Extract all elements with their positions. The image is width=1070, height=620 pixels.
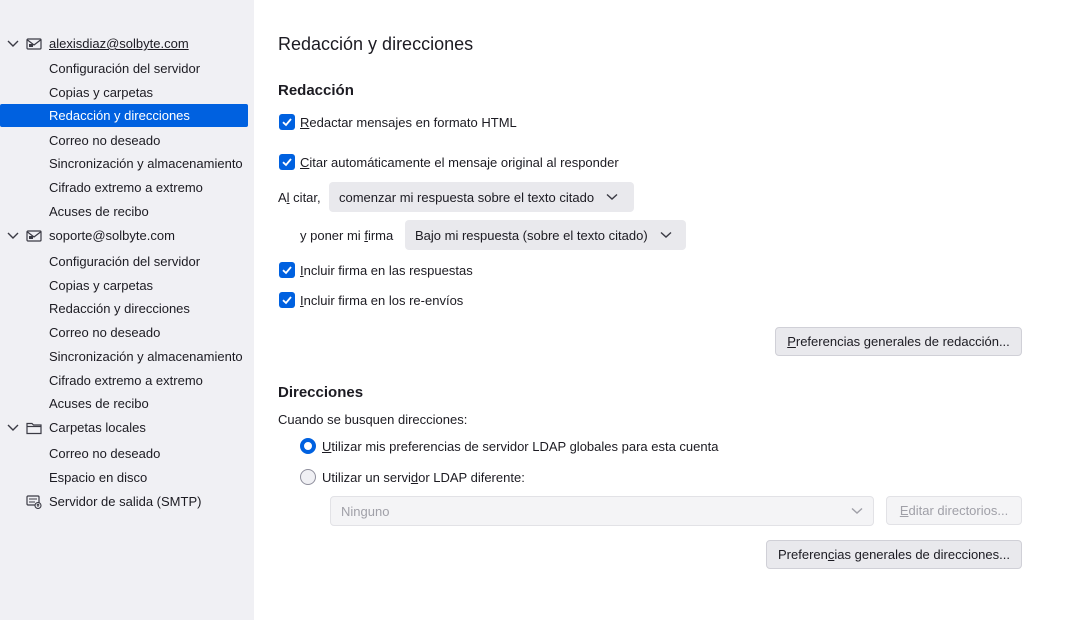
sidebar-item-e2e-encryption[interactable]: Cifrado extremo a extremo xyxy=(0,176,248,199)
sidebar-item-label: Configuración del servidor xyxy=(49,61,201,76)
account-label: Carpetas locales xyxy=(49,420,146,435)
sidebar-item-label: Cifrado extremo a extremo xyxy=(49,180,203,195)
chevron-down-icon[interactable] xyxy=(6,230,20,242)
sidebar-item-receipts[interactable]: Acuses de recibo xyxy=(0,392,248,415)
sidebar-item-server-settings[interactable]: Configuración del servidor xyxy=(0,57,248,80)
auto-quote-checkbox[interactable] xyxy=(279,154,295,170)
auto-quote-label[interactable]: Citar automáticamente el mensaje origina… xyxy=(300,155,619,170)
checkmark-icon xyxy=(282,296,292,305)
outgoing-server-icon xyxy=(26,495,42,509)
sidebar-item-junk[interactable]: Correo no deseado xyxy=(0,442,248,465)
reply-position-select[interactable]: comenzar mi respuesta sobre el texto cit… xyxy=(329,182,634,212)
account-tree: alexisdiaz@solbyte.com Configuración del… xyxy=(0,0,254,620)
sidebar-item-label: Redacción y direcciones xyxy=(49,301,190,316)
global-addressing-prefs-button[interactable]: Preferencias generales de direcciones... xyxy=(766,540,1022,569)
sidebar-item-server-settings[interactable]: Configuración del servidor xyxy=(0,250,248,273)
settings-pane: Redacción y direcciones Redacción Redact… xyxy=(254,0,1070,620)
account-label: soporte@solbyte.com xyxy=(49,228,175,243)
mail-account-icon xyxy=(26,230,42,242)
page-title: Redacción y direcciones xyxy=(278,34,474,54)
ldap-server-value: Ninguno xyxy=(341,503,390,519)
chevron-down-icon xyxy=(660,231,672,238)
sidebar-item-composition-addressing[interactable]: Redacción y direcciones xyxy=(0,297,248,320)
signature-reply-label[interactable]: Incluir firma en las respuestas xyxy=(300,263,473,278)
sidebar-item-junk[interactable]: Correo no deseado xyxy=(0,321,248,344)
sidebar-item-smtp[interactable]: Servidor de salida (SMTP) xyxy=(0,491,248,513)
checkmark-icon xyxy=(282,118,292,127)
sidebar-item-label: Acuses de recibo xyxy=(49,204,149,219)
sidebar-item-copies-folders[interactable]: Copias y carpetas xyxy=(0,274,248,297)
ldap-server-select[interactable]: Ninguno xyxy=(330,496,874,526)
sidebar-item-e2e-encryption[interactable]: Cifrado extremo a extremo xyxy=(0,369,248,392)
sidebar-item-label: Cifrado extremo a extremo xyxy=(49,373,203,388)
section-heading-composition: Redacción xyxy=(278,82,354,99)
chevron-down-icon[interactable] xyxy=(6,38,20,50)
when-quoting-label: Al citar, xyxy=(278,190,321,205)
html-format-label[interactable]: Redactar mensajes en formato HTML xyxy=(300,115,517,130)
sidebar-item-composition-addressing[interactable]: Redacción y direcciones xyxy=(0,104,248,127)
chevron-down-icon xyxy=(851,507,863,514)
account-label: alexisdiaz@solbyte.com xyxy=(49,36,189,51)
account-label: Servidor de salida (SMTP) xyxy=(49,494,202,509)
button-label: Editar directorios... xyxy=(899,503,1009,518)
signature-reply-checkbox[interactable] xyxy=(279,262,295,278)
checkmark-icon xyxy=(282,158,292,167)
addressing-intro: Cuando se busquen direcciones: xyxy=(278,412,468,427)
button-label: Preferencias generales de direcciones... xyxy=(778,547,1010,562)
folder-icon xyxy=(26,422,42,435)
mail-account-icon xyxy=(26,38,42,50)
use-global-ldap-radio[interactable] xyxy=(300,438,316,454)
sidebar-item-label: Redacción y direcciones xyxy=(49,108,190,123)
signature-forward-checkbox[interactable] xyxy=(279,292,295,308)
button-label: Preferencias generales de redacción... xyxy=(787,334,1010,349)
signature-position-value: Bajo mi respuesta (sobre el texto citado… xyxy=(415,227,648,243)
sidebar-item-sync-storage[interactable]: Sincronización y almacenamiento xyxy=(0,345,248,368)
sidebar-item-label: Copias y carpetas xyxy=(49,278,154,293)
sidebar-item-label: Espacio en disco xyxy=(49,470,148,485)
sidebar-item-label: Sincronización y almacenamiento xyxy=(49,156,243,171)
account-soporte[interactable]: soporte@solbyte.com xyxy=(0,225,248,247)
use-different-ldap-radio[interactable] xyxy=(300,469,316,485)
global-composition-prefs-button[interactable]: Preferencias generales de redacción... xyxy=(775,327,1022,356)
use-different-ldap-label[interactable]: Utilizar un servidor LDAP diferente: xyxy=(322,470,525,485)
signature-forward-label[interactable]: Incluir firma en los re-envíos xyxy=(300,293,463,308)
signature-position-select[interactable]: Bajo mi respuesta (sobre el texto citado… xyxy=(405,220,686,250)
sidebar-item-label: Correo no deseado xyxy=(49,446,161,461)
sidebar-item-label: Correo no deseado xyxy=(49,325,161,340)
use-global-ldap-label[interactable]: Utilizar mis preferencias de servidor LD… xyxy=(322,439,718,454)
sidebar-item-label: Configuración del servidor xyxy=(49,254,201,269)
sidebar-item-junk[interactable]: Correo no deseado xyxy=(0,129,248,152)
sidebar-item-copies-folders[interactable]: Copias y carpetas xyxy=(0,81,248,104)
account-alexisdiaz[interactable]: alexisdiaz@solbyte.com xyxy=(0,33,248,55)
checkmark-icon xyxy=(282,266,292,275)
html-format-checkbox[interactable] xyxy=(279,114,295,130)
chevron-down-icon xyxy=(606,193,618,200)
sidebar-item-disk-space[interactable]: Espacio en disco xyxy=(0,466,248,489)
sidebar-item-label: Acuses de recibo xyxy=(49,396,149,411)
reply-position-value: comenzar mi respuesta sobre el texto cit… xyxy=(339,189,595,205)
edit-directories-button[interactable]: Editar directorios... xyxy=(886,496,1022,525)
sidebar-item-label: Correo no deseado xyxy=(49,133,161,148)
account-local-folders[interactable]: Carpetas locales xyxy=(0,417,248,439)
sidebar-item-label: Copias y carpetas xyxy=(49,85,154,100)
sidebar-item-receipts[interactable]: Acuses de recibo xyxy=(0,200,248,223)
sidebar-item-sync-storage[interactable]: Sincronización y almacenamiento xyxy=(0,152,248,175)
section-heading-addressing: Direcciones xyxy=(278,384,364,401)
chevron-down-icon[interactable] xyxy=(6,422,20,434)
signature-position-label: y poner mi firma xyxy=(300,228,394,243)
sidebar-item-label: Sincronización y almacenamiento xyxy=(49,349,243,364)
